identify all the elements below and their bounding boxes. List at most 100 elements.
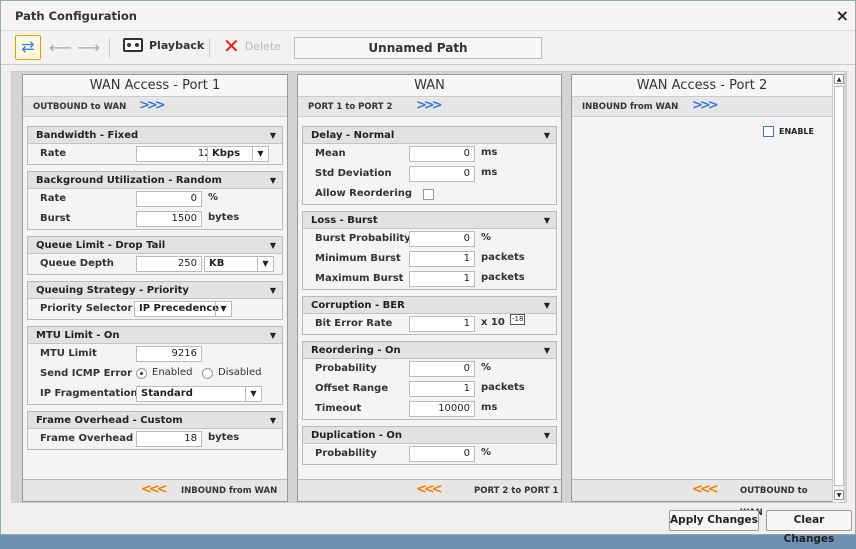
section-header[interactable]: Loss - Burst ▼ [303,212,556,229]
burst-input[interactable]: 1500 [136,211,202,227]
frame-overhead-input[interactable]: 18 [136,431,202,447]
delay-section: Delay - Normal ▼ Mean 0 ms Std Deviation … [302,126,557,205]
queue-depth-input[interactable]: 250 [136,256,202,272]
enable-checkbox[interactable] [762,126,774,137]
section-header[interactable]: Queue Limit - Drop Tail ▼ [28,237,282,254]
dropdown-icon[interactable]: ▼ [270,412,276,429]
tape-icon [123,38,143,52]
section-title: Corruption - BER [311,300,405,311]
loss-section: Loss - Burst ▼ Burst Probability 0 % Mini… [302,211,557,290]
section-header[interactable]: Duplication - On ▼ [303,427,556,444]
field-label: Queue Depth [40,258,114,269]
form-row: Frame Overhead 18 bytes [28,429,282,449]
chevron-down-icon: ▼ [257,257,273,271]
section-header[interactable]: Delay - Normal ▼ [303,127,556,144]
form-row: Burst Probability 0 % [303,229,556,249]
path-name-field[interactable]: Unnamed Path [294,37,542,59]
dropdown-icon[interactable]: ▼ [270,172,276,189]
field-label: Offset Range [315,383,389,394]
mean-input[interactable]: 0 [409,146,475,162]
playback-button[interactable]: Playback [123,38,204,52]
exponent-input[interactable]: -18 [510,314,526,325]
dropdown-icon[interactable]: ▼ [270,327,276,344]
section-header[interactable]: Bandwidth - Fixed ▼ [28,127,282,144]
bg-rate-input[interactable]: 0 [136,191,202,207]
icmp-disabled-radio[interactable] [202,368,213,379]
arrow-left-icon[interactable]: ⟵ [49,38,72,57]
scroll-down-icon[interactable]: ▼ [834,490,844,500]
dropdown-icon[interactable]: ▼ [544,127,550,144]
field-label: Send ICMP Error [40,368,133,379]
priority-selector[interactable]: IP Precedence ▼ [134,301,232,317]
timeout-input[interactable]: 10000 [409,401,475,417]
field-label: Rate [40,193,67,204]
clear-changes-button[interactable]: Clear Changes [766,510,852,545]
unit-label: % [481,447,492,458]
dropdown-icon[interactable]: ▼ [544,427,550,444]
chevron-right-icon: >>> [692,98,719,113]
unit-label: % [481,232,492,243]
dropdown-icon[interactable]: ▼ [544,297,550,314]
dropdown-icon[interactable]: ▼ [270,127,276,144]
column-port1: WAN Access - Port 1 OUTBOUND to WAN >>> B… [22,74,288,502]
field-label: Rate [40,148,67,159]
min-burst-input[interactable]: 1 [409,251,475,267]
unit-label: bytes [208,212,240,223]
dropdown-icon[interactable]: ▼ [270,237,276,254]
bit-error-rate-input[interactable]: 1 [409,316,475,332]
background-section: Background Utilization - Random ▼ Rate 0 … [27,171,283,230]
section-title: Delay - Normal [311,130,395,141]
bandwidth-section: Bandwidth - Fixed▼ Rate 128 Kbps▼ [27,126,283,165]
radio-label: Enabled [152,367,193,378]
form-row: Priority Selector IP Precedence ▼ [28,299,282,319]
std-deviation-input[interactable]: 0 [409,166,475,182]
duplication-probability-input[interactable]: 0 [409,446,475,462]
fragmentation-select[interactable]: Standard ▼ [136,386,262,402]
section-header[interactable]: Queuing Strategy - Priority ▼ [28,282,282,299]
chevron-left-icon: <<< [141,482,168,497]
depth-unit-select[interactable]: KB ▼ [204,256,274,272]
unit-label: % [481,362,492,373]
column-port2: WAN Access - Port 2 INBOUND from WAN >>> … [571,74,833,518]
column-direction: OUTBOUND to WAN >>> [23,97,287,117]
frame-section: Frame Overhead - Custom ▼ Frame Overhead … [27,411,283,450]
field-label: MTU Limit [40,348,97,359]
apply-changes-button[interactable]: Apply Changes [669,510,759,531]
enable-toggle[interactable]: ENABLE [762,126,814,137]
delete-button[interactable]: ✕ Delete [223,36,281,56]
reorder-probability-input[interactable]: 0 [409,361,475,377]
dropdown-icon[interactable]: ▼ [270,282,276,299]
select-value: KB [209,258,225,269]
field-label: IP Fragmentation [40,388,138,399]
scroll-up-icon[interactable]: ▲ [834,74,844,84]
rate-unit-select[interactable]: Kbps ▼ [207,146,269,162]
field-label: Maximum Burst [315,273,404,284]
swap-direction-icon[interactable]: ⇄ [15,35,41,60]
burst-probability-input[interactable]: 0 [409,231,475,247]
column-footer: <<<OUTBOUND to WAN [572,479,832,518]
qstrategy-section: Queuing Strategy - Priority ▼ Priority Se… [27,281,283,320]
unit-label: ms [481,167,498,178]
duplication-section: Duplication - On ▼ Probability 0 % [302,426,557,465]
dropdown-icon[interactable]: ▼ [544,212,550,229]
section-header[interactable]: Corruption - BER ▼ [303,297,556,314]
section-header[interactable]: MTU Limit - On ▼ [28,327,282,344]
max-burst-input[interactable]: 1 [409,271,475,287]
column-title: WAN Access - Port 1 [23,75,287,97]
section-title: Bandwidth - Fixed [36,130,139,141]
section-header[interactable]: Background Utilization - Random ▼ [28,172,282,189]
dropdown-icon[interactable]: ▼ [544,342,550,359]
form-row: Mean 0 ms [303,144,556,164]
field-label: Probability [315,448,377,459]
icmp-enabled-radio[interactable] [136,368,147,379]
allow-reordering-checkbox[interactable] [423,189,434,200]
scroll-thumb[interactable] [834,86,844,486]
arrow-right-icon[interactable]: ⟶ [77,38,100,57]
direction-label: INBOUND from WAN [582,102,679,112]
vertical-scrollbar[interactable]: ▲ ▼ [832,72,844,502]
section-header[interactable]: Reordering - On ▼ [303,342,556,359]
offset-range-input[interactable]: 1 [409,381,475,397]
close-icon[interactable]: × [836,6,849,25]
section-header[interactable]: Frame Overhead - Custom ▼ [28,412,282,429]
mtu-input[interactable]: 9216 [136,346,202,362]
